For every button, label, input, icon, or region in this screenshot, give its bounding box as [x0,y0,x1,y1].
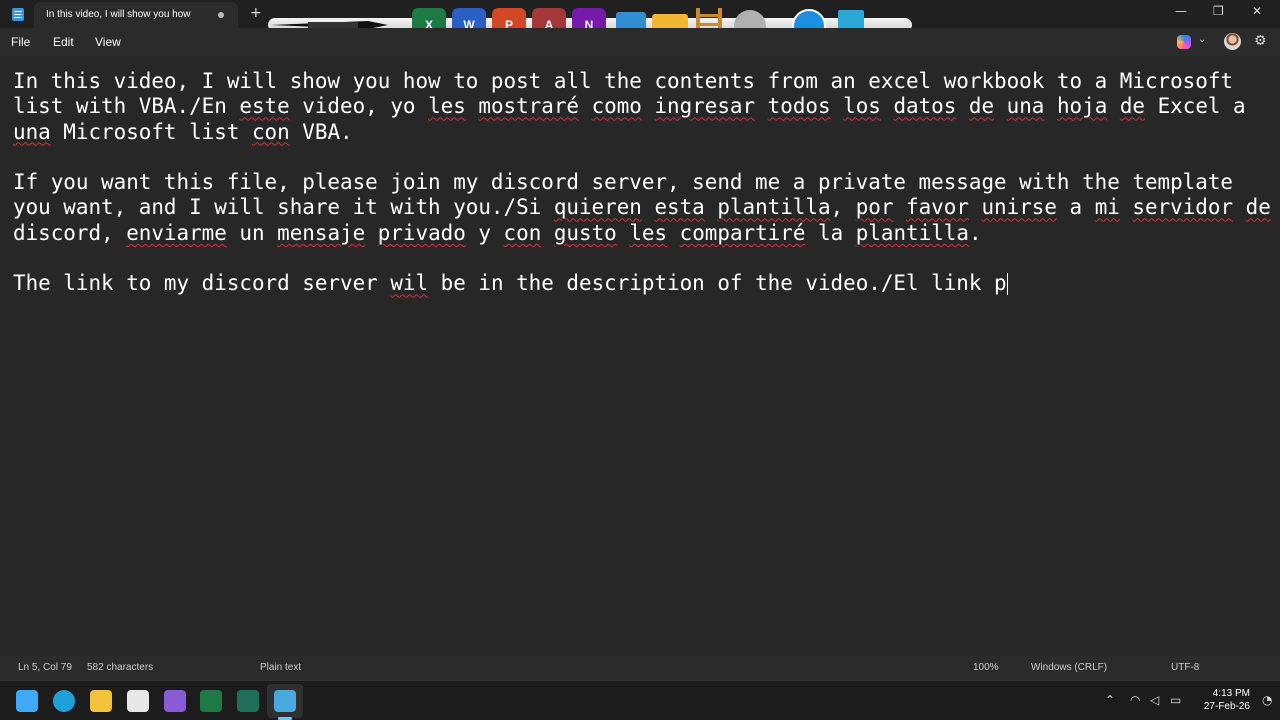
document-text[interactable]: In this video, I will show you how to po… [13,69,1280,297]
system-clock[interactable]: 4:13 PM 27-Feb-26 [1190,687,1250,713]
tab-document[interactable]: In this video, I will show you how [34,2,238,28]
zoom-level[interactable]: 100% [973,662,999,673]
text-editor[interactable]: In this video, I will show you how to po… [0,56,1280,656]
windows-start-icon[interactable] [16,690,38,712]
encoding[interactable]: UTF-8 [1171,662,1199,673]
clock-time: 4:13 PM [1212,688,1250,699]
close-button[interactable]: ✕ [1252,4,1262,18]
menu-bar: File Edit View ⌄ ⚙ [0,28,1280,56]
new-tab-button[interactable]: + [250,5,262,21]
file-explorer-icon[interactable] [90,690,112,712]
wifi-icon[interactable]: ◠ [1130,693,1140,707]
menu-view[interactable]: View [95,35,121,49]
chevron-down-icon[interactable]: ⌄ [1198,34,1206,45]
text-line: una Microsoft list con VBA. [13,119,353,144]
battery-icon[interactable]: ▭ [1170,693,1181,707]
text-caret [1006,273,1008,296]
text-line [13,246,1280,271]
gear-icon[interactable]: ⚙ [1254,33,1267,49]
text-line: If you want this file, please join my di… [13,170,1233,195]
show-hidden-icons-icon[interactable]: ⌃ [1105,693,1115,707]
menu-file[interactable]: File [11,35,30,49]
text-line: list with VBA./En este video, yo les mos… [13,94,1246,119]
text-line: discord, enviarme un mensaje privado y c… [13,220,982,245]
text-line-last: The link to my discord server wil be in … [13,271,1280,296]
volume-icon[interactable]: ◁ [1150,693,1159,707]
notification-bell-icon[interactable]: ◔ [1262,693,1272,707]
text-line: you want, and I will share it with you./… [13,195,1271,220]
line-endings[interactable]: Windows (CRLF) [1031,662,1107,673]
taskbar: ⌃ ◠ ◁ ▭ 4:13 PM 27-Feb-26 ◔ [0,680,1280,720]
minimize-button[interactable]: — [1175,4,1187,18]
edge-icon[interactable] [53,690,75,712]
maximize-button[interactable]: ❐ [1213,4,1224,18]
cursor-position: Ln 5, Col 79 [18,662,72,673]
notepad-icon[interactable] [274,690,296,712]
notepad-icon [12,8,24,21]
copilot-icon[interactable] [1177,35,1191,49]
visual-studio-icon[interactable] [164,690,186,712]
text-line: In this video, I will show you how to po… [13,69,1233,93]
excel-icon[interactable] [200,690,222,712]
text-format[interactable]: Plain text [260,662,301,673]
tab-title: In this video, I will show you how [46,9,191,20]
terminal-icon[interactable] [237,690,259,712]
menu-edit[interactable]: Edit [53,35,74,49]
text-line [13,145,1280,170]
store-icon[interactable] [127,690,149,712]
status-bar: Ln 5, Col 79 582 characters Plain text 1… [0,656,1280,680]
avatar[interactable] [1224,33,1241,50]
unsaved-dot-icon[interactable] [218,12,224,18]
character-count: 582 characters [87,662,154,673]
text-line-content: The link to my discord server wil be in … [13,271,1007,296]
clock-date: 27-Feb-26 [1203,701,1250,712]
